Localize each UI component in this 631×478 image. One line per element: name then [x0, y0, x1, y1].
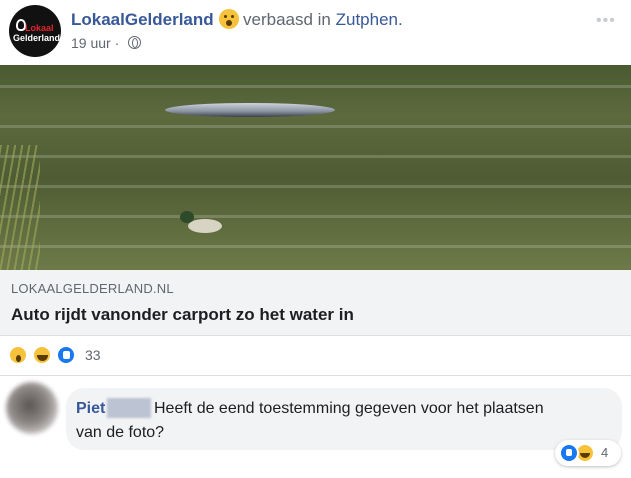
post-header: Lokaal Gelderland LokaalGelderland verba…: [0, 0, 631, 64]
link-domain: LOKAALGELDERLAND.NL: [11, 281, 174, 296]
comment-text-line2: van de foto?: [76, 424, 165, 441]
haha-icon[interactable]: [32, 345, 52, 365]
avatar-logo-line1: Lokaal: [25, 23, 54, 33]
comment-reactions[interactable]: 4: [555, 440, 621, 466]
comment-author-link[interactable]: Piet: [76, 400, 105, 418]
post-meta: 19 uur ·: [71, 35, 119, 51]
link-caption[interactable]: LOKAALGELDERLAND.NL Auto rijdt vanonder …: [0, 270, 631, 336]
link-photo[interactable]: [0, 65, 631, 270]
more-icon[interactable]: •••: [596, 12, 616, 30]
page-name-link[interactable]: LokaalGelderland: [71, 10, 214, 30]
wow-icon[interactable]: [8, 345, 28, 365]
like-icon: [559, 443, 579, 463]
location-link[interactable]: Zutphen.: [336, 10, 403, 29]
like-icon[interactable]: [56, 345, 76, 365]
meta-separator: ·: [114, 35, 120, 51]
astonished-emoji-icon: [219, 9, 239, 29]
reeds-shape: [0, 145, 40, 270]
feeling-prefix: verbaasd in: [243, 10, 336, 29]
reaction-count[interactable]: 33: [85, 347, 101, 363]
timestamp-link[interactable]: 19 uur: [71, 35, 111, 51]
reactions-bar: 33: [0, 336, 631, 376]
commenter-avatar[interactable]: [6, 382, 58, 434]
page-avatar[interactable]: Lokaal Gelderland: [9, 5, 61, 57]
globe-icon[interactable]: [128, 36, 141, 49]
link-title[interactable]: Auto rijdt vanonder carport zo het water…: [11, 305, 354, 325]
duck-shape: [180, 211, 222, 233]
feeling-text: verbaasd in Zutphen.: [243, 10, 403, 30]
author-name-redaction: [107, 398, 151, 418]
avatar-logo-line2: Gelderland: [13, 33, 61, 43]
comment-text-line1: Heeft de eend toestemming gegeven voor h…: [154, 400, 544, 417]
comment-reaction-count: 4: [601, 445, 609, 460]
submerged-car-shape: [165, 103, 335, 117]
